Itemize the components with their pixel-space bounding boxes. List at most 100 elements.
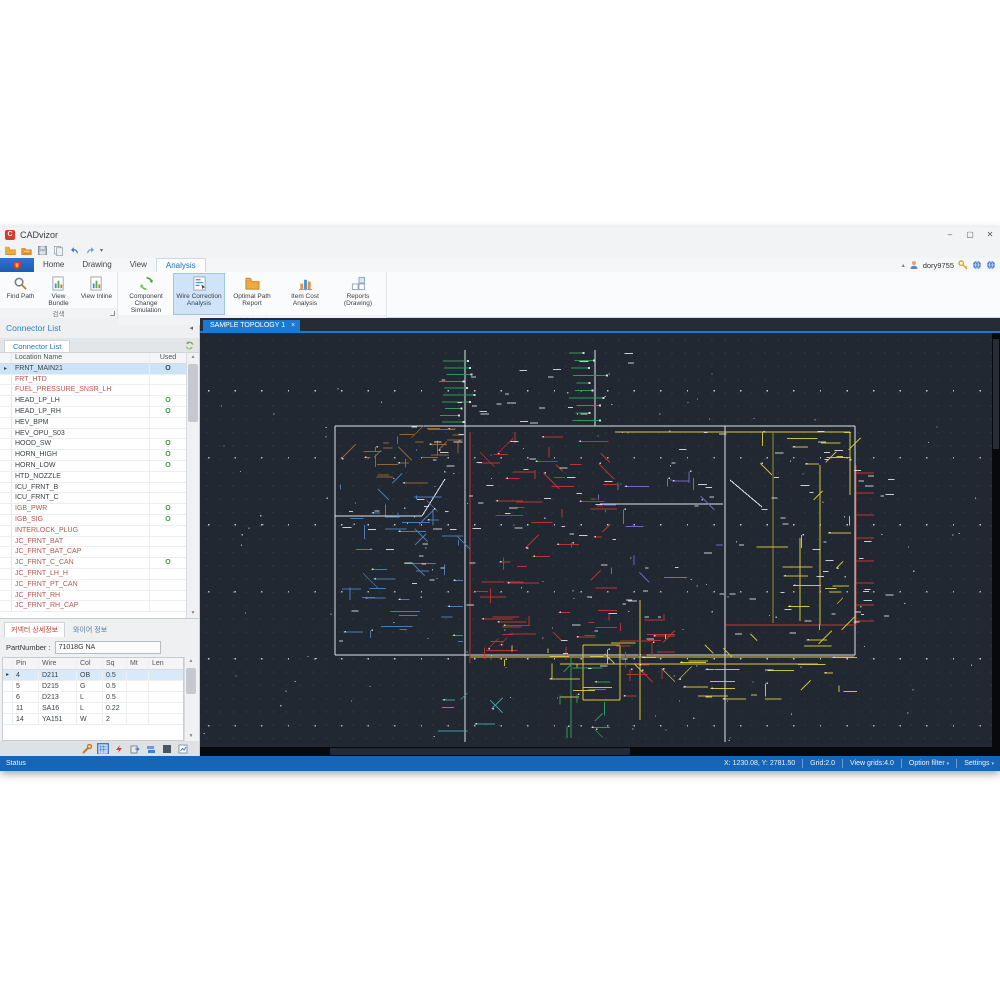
canvas-horizontal-scrollbar[interactable] bbox=[200, 747, 1000, 756]
pin-column-wire[interactable]: Wire bbox=[39, 658, 77, 670]
connector-row[interactable]: JC_FRNT_BAT_CAP bbox=[0, 547, 186, 559]
connector-row[interactable]: IGB_PWR O bbox=[0, 504, 186, 516]
globe-icon[interactable] bbox=[986, 260, 996, 270]
pin-row[interactable]: 5 D215 G 0.5 bbox=[3, 681, 183, 693]
folder-open-icon[interactable] bbox=[20, 245, 32, 256]
tab-details[interactable]: 와이어 정보 bbox=[67, 623, 113, 637]
scroll-down-icon[interactable]: ▼ bbox=[191, 609, 196, 618]
connector-row[interactable]: HORN_HIGH O bbox=[0, 450, 186, 462]
ribbon-collapse-icon[interactable]: ▴ bbox=[902, 262, 905, 269]
pin-column-mt[interactable]: Mt bbox=[127, 658, 149, 670]
tab-connector-list[interactable]: Connector List bbox=[4, 339, 71, 352]
settings-menu[interactable]: Settings ▾ bbox=[964, 760, 994, 767]
view-grid-setting[interactable]: View grids:4.0 bbox=[850, 760, 894, 767]
user-name[interactable]: dory9755 bbox=[923, 261, 954, 270]
connector-row[interactable]: FRT_HTD bbox=[0, 374, 186, 386]
tab-drawing[interactable]: Drawing bbox=[73, 258, 120, 272]
ribbon-button-optimal-path-report[interactable]: Optimal Path Report bbox=[226, 273, 278, 315]
connector-row[interactable]: JC_FRNT_BAT bbox=[0, 536, 186, 548]
ribbon-button-component-change-simulation[interactable]: Component Change Simulation bbox=[120, 273, 172, 315]
ribbon-button-view-bundle[interactable]: View Bundle bbox=[40, 273, 77, 308]
table-icon[interactable] bbox=[97, 743, 109, 755]
tab-details[interactable]: 커넥터 상세정보 bbox=[4, 622, 66, 638]
scrollbar-thumb[interactable] bbox=[993, 339, 999, 449]
tab-home[interactable]: Home bbox=[34, 258, 73, 272]
restore-button[interactable]: ▢ bbox=[960, 228, 980, 242]
redo-icon[interactable] bbox=[84, 245, 96, 256]
undo-icon[interactable] bbox=[68, 245, 80, 256]
tab-sample-topology-1[interactable]: SAMPLE TOPOLOGY 1 × bbox=[203, 320, 301, 331]
pin-row[interactable]: 14 YA151 W 2 bbox=[3, 714, 183, 726]
tab-analysis[interactable]: Analysis bbox=[155, 258, 206, 272]
connector-row[interactable]: ▸ FRNT_MAIN21 O bbox=[0, 363, 186, 375]
minimize-button[interactable]: – bbox=[940, 228, 960, 242]
connector-row[interactable]: HORN_LOW O bbox=[0, 461, 186, 472]
scrollbar-thumb[interactable] bbox=[188, 363, 198, 422]
stats-icon[interactable] bbox=[177, 743, 189, 754]
scroll-up-icon[interactable]: ▲ bbox=[189, 657, 194, 666]
save-icon[interactable] bbox=[36, 245, 48, 256]
panel-collapse-icon[interactable]: ◂ bbox=[189, 324, 193, 332]
ribbon-button-item-cost-analysis[interactable]: Item Cost Analysis bbox=[279, 273, 331, 315]
pin-row[interactable]: 6 D213 L 0.5 bbox=[3, 692, 183, 704]
pin-column-pin[interactable]: Pin bbox=[13, 658, 39, 670]
connector-list-scrollbar[interactable]: ▲ ▼ bbox=[186, 352, 199, 619]
connector-row[interactable]: HOOD_SW O bbox=[0, 439, 186, 451]
pin-column-len[interactable]: Len bbox=[149, 658, 183, 669]
connector-row[interactable]: HTD_NOZZLE bbox=[0, 471, 186, 483]
connector-row[interactable]: HEAD_LP_RH O bbox=[0, 407, 186, 418]
ribbon-button-wire-correction-analysis[interactable]: Wire Correction Analysis bbox=[173, 273, 225, 315]
connector-row[interactable]: INTERLOCK_PLUG bbox=[0, 525, 186, 537]
grid-setting[interactable]: Grid:2.0 bbox=[810, 760, 835, 767]
tab-view[interactable]: View bbox=[121, 258, 156, 272]
pin-row[interactable]: 11 SA16 L 0.22 bbox=[3, 703, 183, 715]
connector-row[interactable]: JC_FRNT_LH_H bbox=[0, 569, 186, 580]
ribbon-button-find-path[interactable]: Find Path bbox=[2, 273, 39, 308]
connector-row[interactable]: IGB_SIG O bbox=[0, 515, 186, 526]
panel-icon[interactable] bbox=[161, 743, 173, 754]
layers-icon[interactable] bbox=[145, 743, 157, 754]
connector-row[interactable]: ICU_FRNT_B bbox=[0, 482, 186, 494]
pin-row[interactable]: ▸ 4 D211 OB 0.5 bbox=[3, 670, 183, 682]
pin-table-scrollbar[interactable]: ▲ ▼ bbox=[184, 657, 197, 742]
folder-icon[interactable] bbox=[4, 245, 16, 256]
connector-row[interactable]: JC_FRNT_C_CAN O bbox=[0, 558, 186, 570]
ribbon-button-reports-drawing[interactable]: Reports (Drawing) bbox=[332, 273, 384, 315]
scrollbar-thumb[interactable] bbox=[330, 748, 630, 755]
connector-row[interactable]: FUEL_PRESSURE_SNSR_LH bbox=[0, 385, 186, 397]
column-location-name[interactable]: Location Name bbox=[12, 352, 150, 363]
zap-icon[interactable] bbox=[113, 743, 125, 754]
pin-column-col[interactable]: Col bbox=[77, 658, 103, 670]
connector-row[interactable]: JC_FRNT_RH_CAP bbox=[0, 601, 186, 613]
pin-table-header[interactable]: Pin Wire Col Sq Mt Len bbox=[3, 658, 183, 671]
refresh-icon[interactable] bbox=[185, 341, 194, 352]
connector-row[interactable]: JC_FRNT_RH bbox=[0, 590, 186, 602]
column-used[interactable]: Used bbox=[150, 353, 186, 363]
tab-close-icon[interactable]: × bbox=[291, 322, 295, 329]
export-icon[interactable] bbox=[129, 743, 141, 754]
connector-row[interactable]: HEV_OPU_S03 bbox=[0, 428, 186, 440]
connector-row[interactable]: HEV_BPM bbox=[0, 417, 186, 429]
wrench-icon[interactable] bbox=[81, 743, 93, 754]
close-button[interactable]: ✕ bbox=[980, 228, 1000, 242]
globe-icon[interactable] bbox=[972, 260, 982, 270]
topology-canvas[interactable] bbox=[200, 333, 992, 747]
connector-row[interactable]: JC_FRNT_PT_CAN bbox=[0, 579, 186, 591]
copy-icon[interactable] bbox=[52, 245, 64, 256]
ribbon-button-view-inline[interactable]: View Inline bbox=[78, 273, 115, 308]
key-icon[interactable] bbox=[958, 260, 968, 270]
title-bar[interactable]: C CADvizor – ▢ ✕ bbox=[0, 227, 1000, 243]
app-menu-button[interactable] bbox=[0, 258, 34, 272]
quick-access-dropdown-icon[interactable]: ▾ bbox=[100, 247, 103, 254]
scroll-down-icon[interactable]: ▼ bbox=[189, 732, 194, 741]
scrollbar-thumb[interactable] bbox=[186, 668, 196, 695]
connector-row[interactable]: ICU_FRNT_C bbox=[0, 493, 186, 505]
dialog-launcher-icon[interactable] bbox=[110, 311, 115, 316]
canvas-vertical-scrollbar[interactable] bbox=[992, 333, 1000, 747]
option-filter-menu[interactable]: Option filter ▾ bbox=[909, 760, 949, 767]
connector-row[interactable]: HEAD_LP_LH O bbox=[0, 396, 186, 408]
pin-column-sq[interactable]: Sq bbox=[103, 658, 127, 670]
scroll-up-icon[interactable]: ▲ bbox=[191, 353, 196, 362]
part-number-field[interactable]: 71018G NA bbox=[54, 640, 161, 654]
connector-table-header[interactable]: Location Name Used bbox=[0, 352, 186, 364]
